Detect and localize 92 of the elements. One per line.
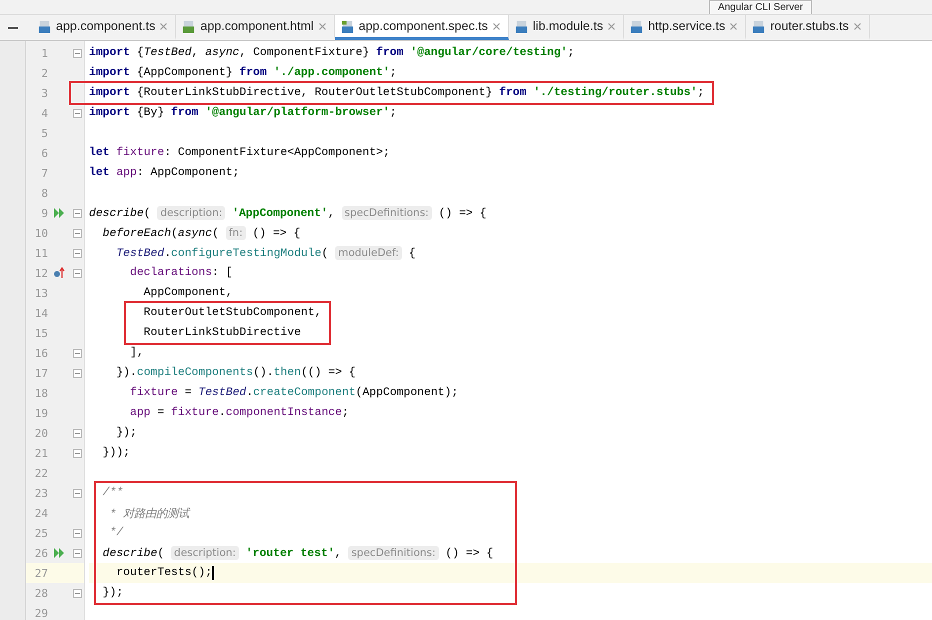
fold-icon[interactable] [72,368,82,378]
run-configuration-dropdown[interactable]: Angular CLI Server [708,0,812,14]
fold-icon[interactable] [72,108,82,118]
override-icon[interactable] [53,267,65,279]
editor-tab[interactable]: lib.module.ts [508,15,624,40]
fold-icon[interactable] [72,48,82,58]
line-number: 3 [40,86,48,100]
fold-icon[interactable] [72,228,82,238]
fold-icon[interactable] [72,528,82,538]
fold-icon[interactable] [72,248,82,258]
code-line: RouterOutletStubComponent, [142,307,322,319]
line-number: 28 [34,586,48,600]
code-line: }); [115,427,137,439]
line-number: 1 [40,46,48,60]
file-icon [182,20,196,32]
code-line: beforeEach(async( fn: () => { [102,226,300,240]
editor-tab[interactable]: http.service.ts [624,15,746,40]
file-icon [38,20,51,32]
line-number: 24 [34,506,48,520]
editor-tab[interactable]: app.component.ts [32,15,176,40]
text-cursor [212,566,214,580]
line-number: 26 [34,546,48,560]
close-icon[interactable] [730,22,738,30]
line-number: 22 [34,466,48,480]
file-icon [514,20,528,32]
line-number: 10 [34,226,48,240]
code-line: /** [102,487,124,499]
close-icon[interactable] [160,22,168,30]
code-line: * 对路由的测试 [108,506,190,520]
file-icon [340,20,354,32]
line-number: 17 [34,366,48,380]
editor-tab[interactable]: app.component.spec.ts [334,15,509,40]
line-number: 7 [40,166,48,180]
line-number: 15 [34,326,48,340]
line-number: 11 [34,246,48,260]
line-number: 23 [34,486,48,500]
code-line: import {TestBed, async, ComponentFixture} from '@angular/core/testing'; [89,47,574,59]
code-line: let app: AppComponent; [89,167,240,179]
code-line: TestBed.configureTestingModule( moduleDef: { [115,246,416,260]
line-number: 29 [34,606,48,620]
file-icon [630,20,644,32]
fold-icon[interactable] [72,208,82,218]
line-number: 25 [34,526,48,540]
code-line: routerTests(); [115,567,212,579]
line-number: 9 [40,206,48,220]
fold-icon[interactable] [72,448,82,458]
code-line: RouterLinkStubDirective [142,327,301,339]
code-line: import {By} from '@angular/platform-browser'; [89,107,397,119]
line-number: 5 [40,126,48,140]
editor-tab[interactable]: router.stubs.ts [746,15,870,40]
line-number: 8 [40,186,48,200]
code-line: describe( description: 'AppComponent', specDefinitions: () => { [89,206,486,220]
code-line: }).compileComponents().then(() => { [115,367,356,379]
fold-icon[interactable] [72,488,82,498]
fold-icon[interactable] [72,588,82,598]
close-icon[interactable] [492,22,500,30]
code-line: declarations: [ [129,267,233,279]
fold-icon[interactable] [72,428,82,438]
code-line: AppComponent, [142,287,233,299]
line-number: 6 [40,146,48,160]
code-line: })); [102,447,130,459]
line-number: 2 [40,66,48,80]
line-number: 18 [34,386,48,400]
code-line: describe( description: 'router test', specDefinitions: () => { [102,546,494,560]
close-icon[interactable] [318,22,326,30]
code-line: import {RouterLinkStubDirective, RouterOutletStubComponent} from './testing/router.stubs'; [89,87,704,99]
line-number: 12 [34,266,48,280]
fold-icon[interactable] [72,348,82,358]
line-number: 27 [34,566,48,580]
code-line: let fixture: ComponentFixture<AppComponent>; [89,147,390,159]
line-number: 20 [34,426,48,440]
code-line: */ [108,527,124,539]
fold-icon[interactable] [72,548,82,558]
line-number: 21 [34,446,48,460]
line-number: 13 [34,286,48,300]
run-icon[interactable] [54,208,64,218]
code-line: ], [129,347,144,359]
code-line: fixture = TestBed.createComponent(AppComponent); [129,387,458,399]
line-number: 16 [34,346,48,360]
code-line: import {AppComponent} from './app.component'; [89,67,397,79]
line-number: 14 [34,306,48,320]
close-icon[interactable] [608,22,616,30]
close-icon[interactable] [854,22,861,30]
code-line: }); [102,587,124,599]
code-line: app = fixture.componentInstance; [129,407,349,419]
fold-icon[interactable] [72,268,82,278]
editor-tab[interactable]: app.component.html [176,15,335,40]
line-number: 19 [34,406,48,420]
line-number: 4 [40,106,48,120]
run-icon[interactable] [54,548,64,558]
file-icon [752,20,766,32]
minimize-icon[interactable] [8,26,18,28]
